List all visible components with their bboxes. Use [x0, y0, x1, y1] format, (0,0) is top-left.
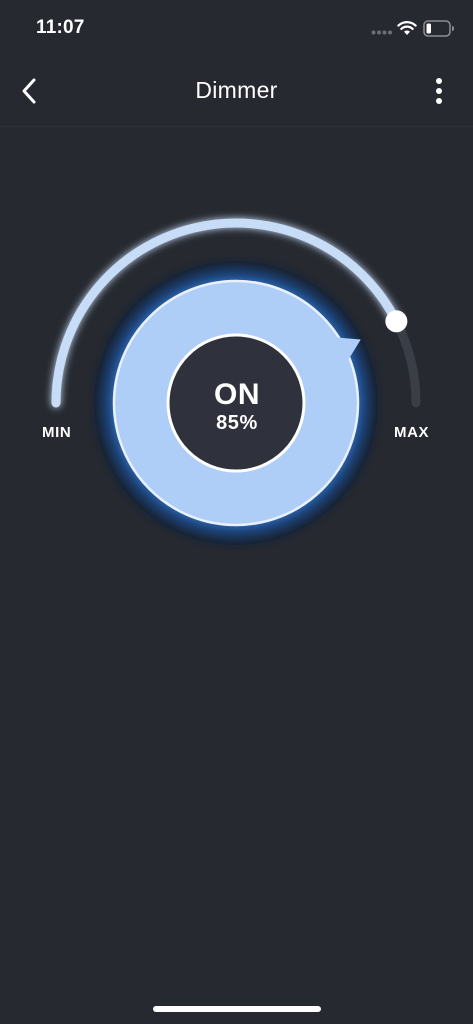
min-label: MIN: [42, 424, 72, 441]
wifi-icon: [397, 21, 417, 35]
status-bar: 11:07: [0, 0, 473, 58]
dial-knob[interactable]: [385, 310, 408, 333]
dimmer-screen: 11:07 Dimmer MIN MAX ON 85%: [0, 0, 473, 1024]
vertical-ellipsis-icon: [436, 78, 442, 104]
cellular-signal-icon: [371, 30, 392, 35]
home-indicator[interactable]: [153, 1006, 321, 1012]
brightness-value: 85%: [216, 412, 258, 434]
page-title: Dimmer: [195, 77, 278, 103]
more-options-button[interactable]: [424, 74, 454, 108]
status-time: 11:07: [36, 17, 85, 38]
dimmer-dial-graphic: [51, 218, 421, 553]
battery-icon: [423, 20, 454, 37]
nav-bar: Dimmer: [0, 58, 473, 127]
power-state[interactable]: ON: [167, 378, 307, 412]
max-label: MAX: [394, 424, 430, 441]
dimmer-dial[interactable]: MIN MAX ON 85%: [0, 126, 473, 586]
